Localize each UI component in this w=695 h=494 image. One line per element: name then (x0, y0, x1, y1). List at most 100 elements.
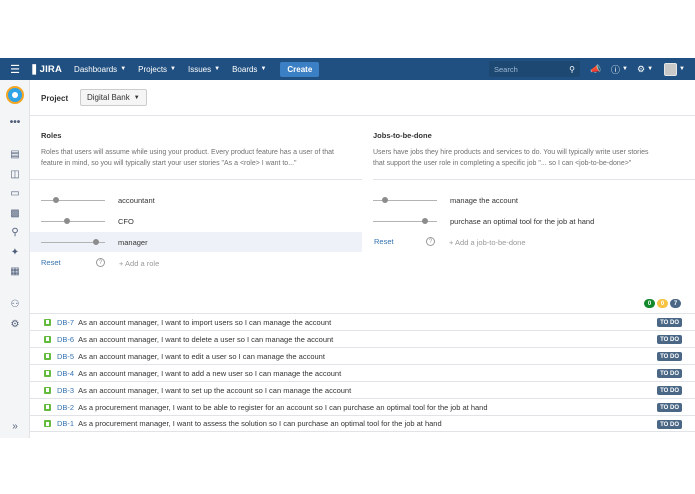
issue-key[interactable]: DB-5 (57, 352, 74, 361)
issue-row[interactable]: DB-3 As an account manager, I want to set… (30, 381, 695, 398)
settings-icon[interactable]: ⚙ (9, 318, 21, 330)
role-slider[interactable] (41, 196, 105, 204)
slider-thumb[interactable] (422, 218, 429, 224)
roles-reset-link[interactable]: Reset (41, 258, 61, 267)
user-menu[interactable]: ▼ (664, 58, 685, 80)
status-badge[interactable]: TO DO (657, 420, 682, 429)
issue-row[interactable]: DB-5 As an account manager, I want to edi… (30, 347, 695, 364)
issues-search-icon[interactable]: ⚲ (9, 226, 21, 238)
chevron-down-icon: ▼ (170, 66, 176, 72)
more-icon[interactable]: ••• (9, 116, 21, 128)
search-input[interactable]: Search ⚲ (489, 61, 580, 77)
main-content: Project Digital Bank ▼ Roles Roles that … (30, 80, 695, 438)
slider-thumb[interactable] (381, 197, 388, 203)
expand-sidebar-icon[interactable]: » (9, 420, 21, 432)
role-row[interactable]: accountant (30, 190, 362, 210)
project-select-value: Digital Bank (87, 93, 130, 102)
slider-thumb[interactable] (52, 197, 59, 203)
slider-thumb[interactable] (93, 239, 100, 245)
jobs-heading: Jobs-to-be-done (373, 131, 432, 140)
add-job-link[interactable]: + Add a job-to-be-done (449, 238, 526, 247)
role-label: manager (118, 237, 148, 247)
chevron-down-icon: ▼ (120, 66, 127, 72)
status-badge[interactable]: TO DO (657, 318, 682, 327)
help-icon[interactable]: ⓘ ▼ (611, 58, 628, 80)
story-map-icon[interactable]: ▦ (9, 265, 21, 277)
issue-row[interactable]: DB-6 As an account manager, I want to del… (30, 330, 695, 347)
chevron-down-icon: ▼ (679, 66, 685, 72)
jobs-description: Users have jobs they hire products and s… (373, 147, 688, 169)
add-people-icon[interactable]: ⚇ (9, 298, 21, 310)
issue-summary: As an account manager, I want to import … (78, 317, 332, 327)
status-badge[interactable]: TO DO (657, 386, 682, 395)
menu-icon[interactable]: ☰ (0, 58, 30, 80)
search-icon: ⚲ (569, 64, 575, 74)
story-icon (44, 386, 51, 394)
story-icon (44, 369, 51, 377)
role-row[interactable]: CFO (30, 211, 362, 231)
top-navigation: ☰ ❚ JIRA Dashboards ▼ Projects ▼ Issues ▼ B… (0, 58, 695, 80)
nav-dashboards[interactable]: Dashboards ▼ (74, 65, 126, 74)
role-slider[interactable] (41, 217, 105, 225)
status-badge[interactable]: TO DO (657, 369, 682, 378)
chevron-down-icon: ▼ (260, 66, 267, 72)
issue-row[interactable]: DB-4 As an account manager, I want to add… (30, 364, 695, 381)
status-badge[interactable]: TO DO (657, 403, 682, 412)
issue-key[interactable]: DB-7 (57, 318, 74, 327)
issue-key[interactable]: DB-1 (57, 419, 74, 428)
status-badge[interactable]: TO DO (657, 335, 682, 344)
nav-projects[interactable]: Projects ▼ (138, 65, 176, 74)
job-label: purchase an optimal tool for the job at … (450, 216, 595, 226)
story-icon (44, 352, 51, 360)
project-avatar[interactable] (6, 86, 24, 104)
issue-key[interactable]: DB-4 (57, 369, 74, 378)
status-badge[interactable]: TO DO (657, 352, 682, 361)
issue-key[interactable]: DB-2 (57, 403, 74, 412)
jira-logo-text: JIRA (39, 63, 63, 75)
roles-description: Roles that users will assume while using… (41, 147, 366, 169)
notifications-icon[interactable]: 📣 (590, 58, 601, 80)
nav-boards[interactable]: Boards ▼ (232, 65, 266, 74)
role-slider[interactable] (41, 238, 105, 246)
board-icon[interactable]: ◫ (9, 168, 21, 180)
role-row-selected[interactable]: manager (30, 232, 362, 252)
components-icon[interactable]: ✦ (9, 246, 21, 258)
project-select[interactable]: Digital Bank ▼ (80, 89, 147, 106)
jira-window: ☰ ❚ JIRA Dashboards ▼ Projects ▼ Issues ▼ B… (0, 58, 695, 438)
job-row[interactable]: manage the account (373, 190, 695, 210)
help-icon[interactable]: ? (426, 237, 435, 246)
todo-count-badge: 7 (670, 299, 681, 308)
jira-logo[interactable]: ❚ JIRA (30, 64, 62, 75)
reports-icon[interactable]: ▩ (9, 207, 21, 219)
issue-row[interactable]: DB-1 As a procurement manager, I want to … (30, 415, 695, 432)
nav-issues[interactable]: Issues ▼ (188, 65, 220, 74)
job-slider[interactable] (373, 196, 437, 204)
slider-track (41, 200, 105, 201)
issue-key[interactable]: DB-3 (57, 386, 74, 395)
nav-boards-label: Boards (232, 64, 258, 74)
job-slider[interactable] (373, 217, 437, 225)
roles-heading: Roles (41, 131, 62, 140)
chevron-down-icon: ▼ (647, 66, 654, 72)
chevron-down-icon: ▼ (622, 66, 628, 72)
add-role-link[interactable]: + Add a role (119, 259, 159, 268)
nav-issues-label: Issues (188, 64, 212, 74)
jobs-reset-link[interactable]: Reset (374, 237, 394, 246)
status-counts: 0 0 7 (642, 299, 681, 308)
nav-dashboards-label: Dashboards (74, 64, 118, 74)
backlog-icon[interactable]: ▤ (9, 148, 21, 160)
help-icon[interactable]: ? (96, 258, 105, 267)
done-count-badge: 0 (644, 299, 655, 308)
story-icon (44, 420, 51, 427)
issue-key[interactable]: DB-6 (57, 335, 74, 344)
releases-icon[interactable]: ▭ (9, 187, 21, 199)
slider-thumb[interactable] (64, 218, 71, 224)
gear-icon[interactable]: ⚙ ▼ (637, 58, 653, 80)
issue-summary: As an account manager, I want to set up … (78, 385, 352, 395)
issue-row[interactable]: DB-7 As an account manager, I want to imp… (30, 313, 695, 330)
search-placeholder: Search (494, 64, 518, 74)
issue-row[interactable]: DB-2 As a procurement manager, I want to … (30, 398, 695, 415)
issue-summary: As an account manager, I want to add a n… (78, 368, 342, 378)
create-button[interactable]: Create (280, 61, 320, 77)
job-row[interactable]: purchase an optimal tool for the job at … (373, 211, 695, 231)
